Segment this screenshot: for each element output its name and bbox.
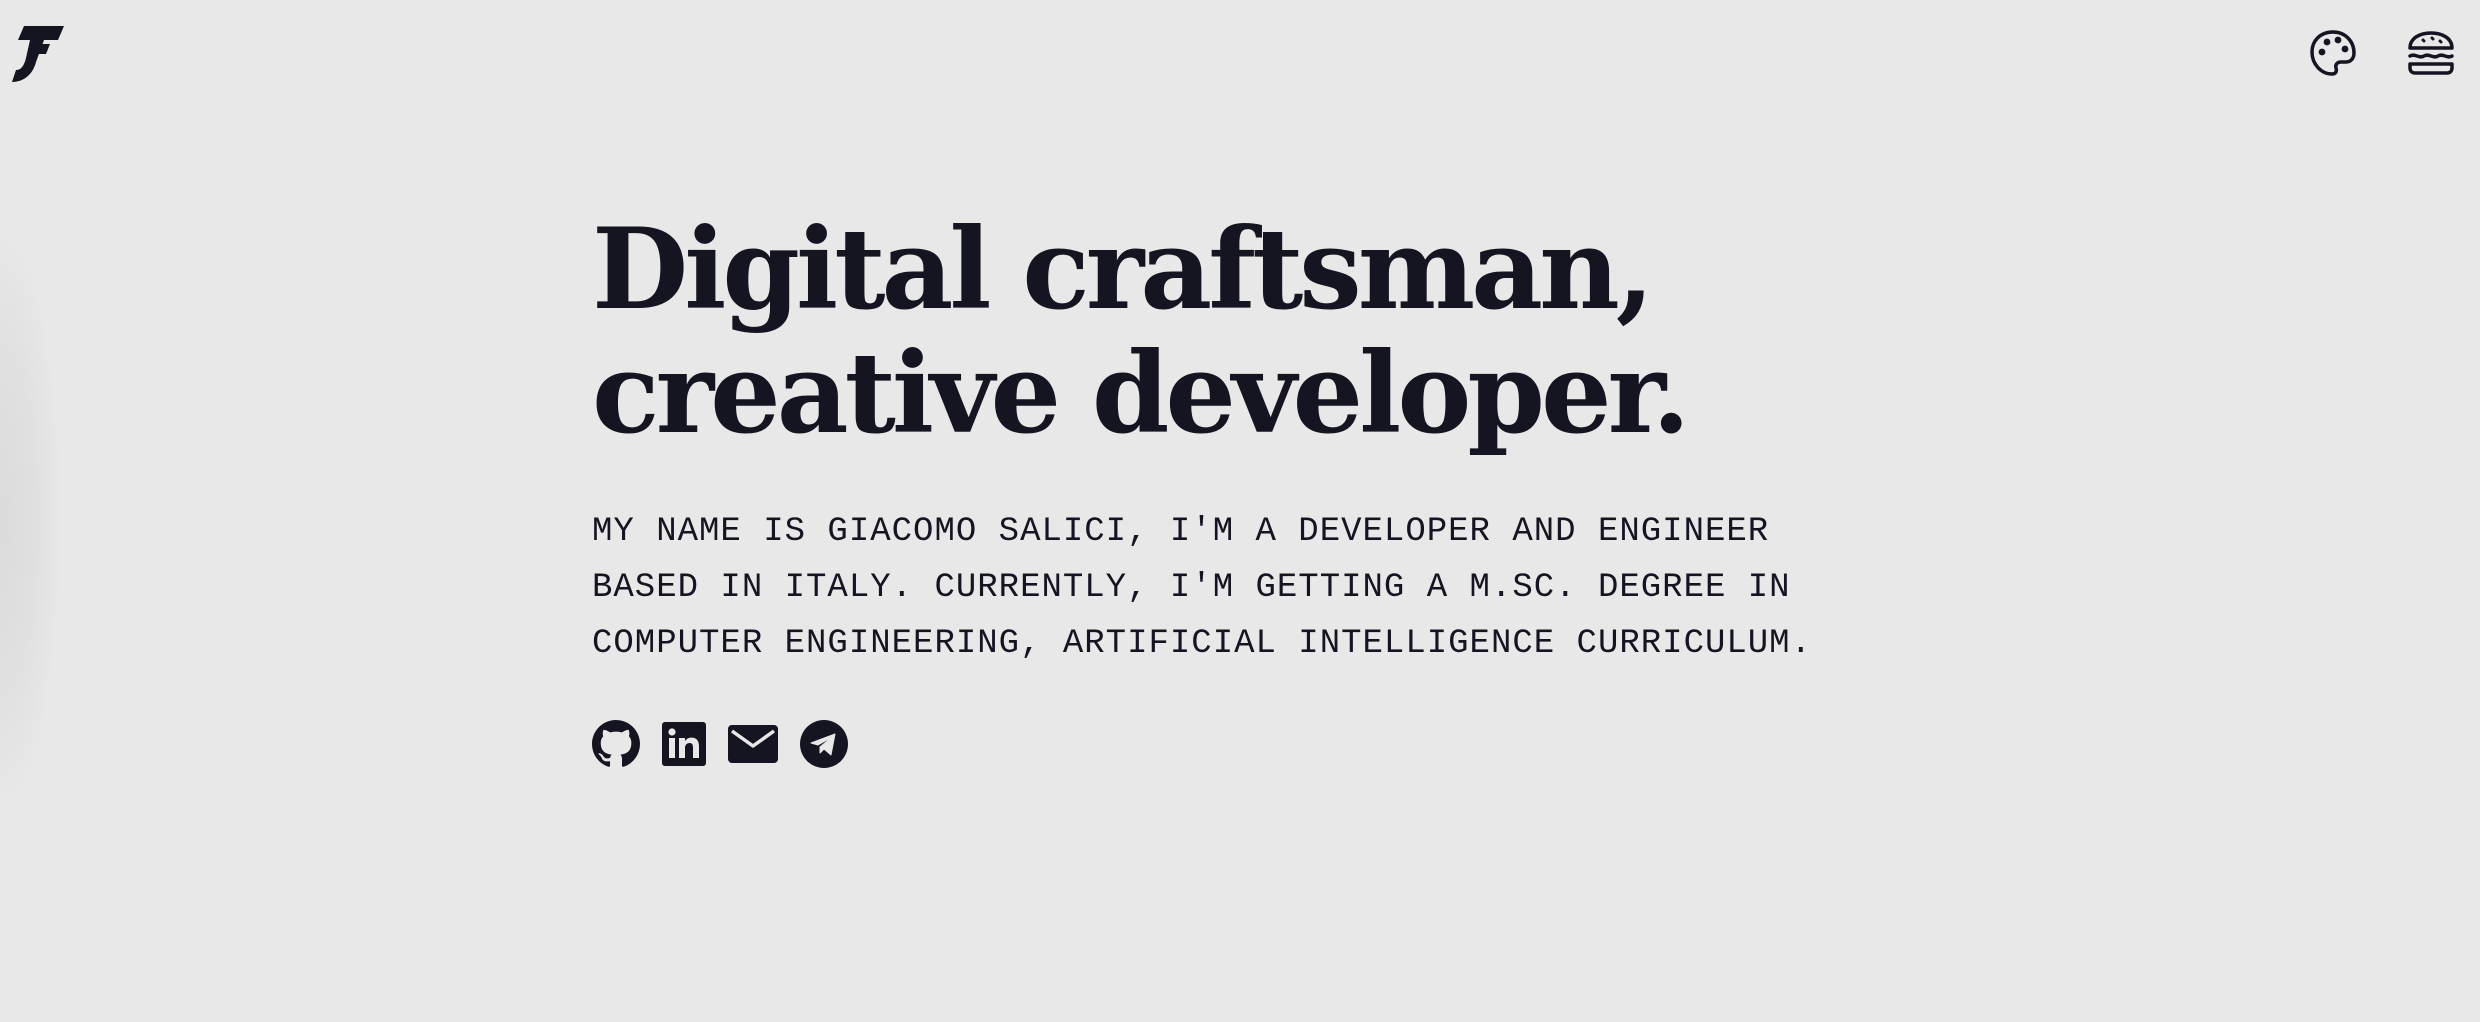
hamburger-menu-icon[interactable] bbox=[2406, 28, 2456, 78]
headline-line-2: creative developer. bbox=[592, 329, 1691, 459]
header-actions bbox=[2308, 28, 2456, 78]
brand-logo-icon[interactable] bbox=[10, 24, 66, 84]
side-shadow bbox=[0, 240, 60, 800]
page-headline: Digital craftsman, creative developer. bbox=[592, 208, 1892, 456]
telegram-icon[interactable] bbox=[800, 720, 848, 768]
palette-icon[interactable] bbox=[2308, 28, 2358, 78]
bio-text: MY NAME IS GIACOMO SALICI, I'M A DEVELOP… bbox=[592, 504, 1812, 672]
headline-line-1: Digital craftsman, bbox=[592, 205, 1654, 335]
bio-line: BASED IN ITALY. CURRENTLY, I'M GETTING A… bbox=[592, 569, 1791, 607]
hero-section: Digital craftsman, creative developer. M… bbox=[592, 208, 1892, 768]
social-links bbox=[592, 720, 1892, 768]
email-icon[interactable] bbox=[728, 725, 778, 763]
bio-line: MY NAME IS GIACOMO SALICI, I'M A DEVELOP… bbox=[592, 513, 1770, 551]
linkedin-icon[interactable] bbox=[662, 722, 706, 766]
github-icon[interactable] bbox=[592, 720, 640, 768]
bio-line: COMPUTER ENGINEERING, ARTIFICIAL INTELLI… bbox=[592, 625, 1812, 663]
